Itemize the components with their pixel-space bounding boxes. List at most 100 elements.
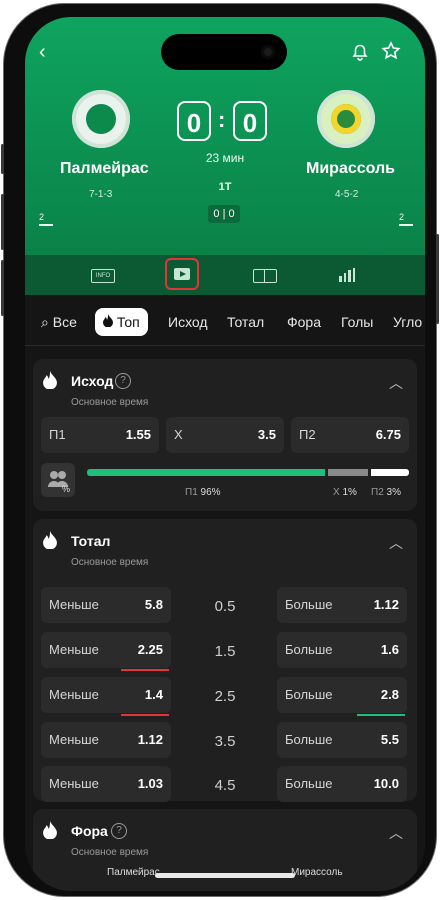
odd-over[interactable]: Больше 1.12 — [277, 587, 407, 623]
market-tabs: ⌕ Все Топ Исход Тотал Фора Голы Угло — [25, 295, 425, 346]
tab-goals[interactable]: Голы — [333, 308, 381, 336]
home-score: 0 — [177, 101, 211, 141]
away-team-logo — [317, 90, 375, 148]
side-button — [1, 144, 4, 174]
flame-icon — [43, 371, 57, 389]
search-icon: ⌕ — [41, 314, 49, 330]
odd-value: 5.8 — [144, 597, 163, 612]
camera-icon — [261, 45, 275, 59]
total-line: 1.5 — [214, 643, 236, 660]
odd-under[interactable]: Меньше 5.8 — [41, 587, 171, 623]
share-p1-segment — [87, 469, 325, 476]
odd-value: 1.55 — [125, 427, 151, 442]
tab-corners[interactable]: Угло — [385, 308, 425, 336]
odd-up-indicator — [357, 714, 405, 716]
match-minute: 23 мин — [205, 151, 245, 165]
share-p1-text: П1 96% — [185, 487, 221, 498]
share-p2-segment — [371, 469, 409, 476]
home-team-logo — [72, 90, 130, 148]
tab-top-label: Топ — [116, 314, 140, 330]
flame-icon — [43, 531, 57, 549]
odd-over[interactable]: Больше 10.0 — [277, 766, 407, 802]
odd-p1[interactable]: П1 1.55 — [41, 417, 159, 453]
help-icon[interactable]: ? — [115, 373, 131, 389]
tab-outcome[interactable]: Исход — [160, 308, 216, 336]
odd-value: 10.0 — [373, 776, 399, 791]
odd-label: Больше — [285, 642, 333, 657]
phone-frame: ‹ Палмейрас Мирассоль 7-1-3 4-5-2 0 : 0 … — [1, 4, 439, 896]
score-separator: : — [218, 107, 226, 132]
odd-under[interactable]: Меньше 1.4 — [41, 677, 171, 713]
odd-under[interactable]: Меньше 1.12 — [41, 722, 171, 758]
odd-over[interactable]: Больше 2.8 — [277, 677, 407, 713]
svg-text:%: % — [62, 484, 70, 494]
odd-x[interactable]: X 3.5 — [166, 417, 284, 453]
tab-all[interactable]: ⌕ Все — [33, 308, 85, 336]
odd-value: 2.25 — [137, 642, 163, 657]
total-line: 2.5 — [214, 688, 236, 705]
odd-value: 1.03 — [137, 776, 163, 791]
stats-icon[interactable] — [339, 268, 355, 282]
handicap-home-team: Палмейрас — [107, 867, 160, 878]
odd-label: Меньше — [49, 732, 99, 747]
star-icon[interactable] — [381, 41, 401, 66]
tab-all-label: Все — [52, 314, 77, 330]
odd-label: Меньше — [49, 642, 99, 657]
period-score-badge: 0 | 0 — [208, 205, 240, 223]
tab-handicap[interactable]: Фора — [279, 308, 329, 336]
odd-label: Больше — [285, 687, 333, 702]
odd-down-indicator — [121, 669, 169, 671]
odd-value: 5.5 — [380, 732, 399, 747]
bell-icon[interactable] — [350, 41, 370, 66]
volume-up-button — [1, 194, 4, 250]
total-subtitle: Основное время — [71, 557, 149, 568]
odd-p2[interactable]: П2 6.75 — [291, 417, 409, 453]
odd-down-indicator — [121, 714, 169, 716]
handicap-away-team: Мирассоль — [291, 867, 343, 878]
total-line: 0.5 — [214, 598, 236, 615]
odd-value: 1.12 — [137, 732, 163, 747]
odd-label: П1 — [49, 427, 66, 442]
field-icon[interactable] — [253, 269, 277, 283]
share-p2-value: 3% — [386, 487, 401, 498]
odd-label: Больше — [285, 597, 333, 612]
odd-label: Меньше — [49, 687, 99, 702]
odd-value: 1.6 — [380, 642, 399, 657]
odd-under[interactable]: Меньше 1.03 — [41, 766, 171, 802]
odd-over[interactable]: Больше 5.5 — [277, 722, 407, 758]
tab-top[interactable]: Топ — [95, 308, 148, 336]
total-title: Тотал — [71, 533, 111, 549]
share-p1-value: 96% — [200, 487, 221, 498]
odd-value: 6.75 — [375, 427, 401, 442]
total-line: 3.5 — [214, 733, 236, 750]
dynamic-island — [161, 34, 287, 70]
back-icon[interactable]: ‹ — [39, 41, 46, 63]
help-icon[interactable]: ? — [111, 823, 127, 839]
handicap-card: Фора ? ︿ Основное время Палмейрас Мирасс… — [33, 809, 417, 891]
power-button — [436, 234, 439, 324]
odd-label: Меньше — [49, 776, 99, 791]
share-p2-label: П2 — [371, 487, 384, 498]
tab-total[interactable]: Тотал — [219, 308, 272, 336]
share-x-label: X — [333, 487, 340, 498]
handicap-title: Фора — [71, 823, 108, 839]
away-score: 0 — [233, 101, 267, 141]
odd-value: 3.5 — [257, 427, 276, 442]
video-icon[interactable] — [165, 258, 199, 290]
total-line: 4.5 — [214, 777, 236, 794]
collapse-chevron-icon[interactable]: ︿ — [389, 373, 403, 393]
match-icon-bar: INFO — [25, 255, 425, 295]
away-corner-icon: 2 — [399, 212, 413, 226]
share-x-value: 1% — [342, 487, 357, 498]
share-p1-label: П1 — [185, 487, 198, 498]
outcome-title: Исход — [71, 373, 114, 389]
odd-over[interactable]: Больше 1.6 — [277, 632, 407, 668]
odd-under[interactable]: Меньше 2.25 — [41, 632, 171, 668]
home-indicator[interactable] — [155, 873, 295, 878]
volume-down-button — [1, 260, 4, 316]
info-icon[interactable]: INFO — [91, 269, 115, 283]
flame-icon — [43, 821, 57, 839]
collapse-chevron-icon[interactable]: ︿ — [389, 823, 403, 843]
outcome-subtitle: Основное время — [71, 397, 149, 408]
collapse-chevron-icon[interactable]: ︿ — [389, 533, 403, 553]
